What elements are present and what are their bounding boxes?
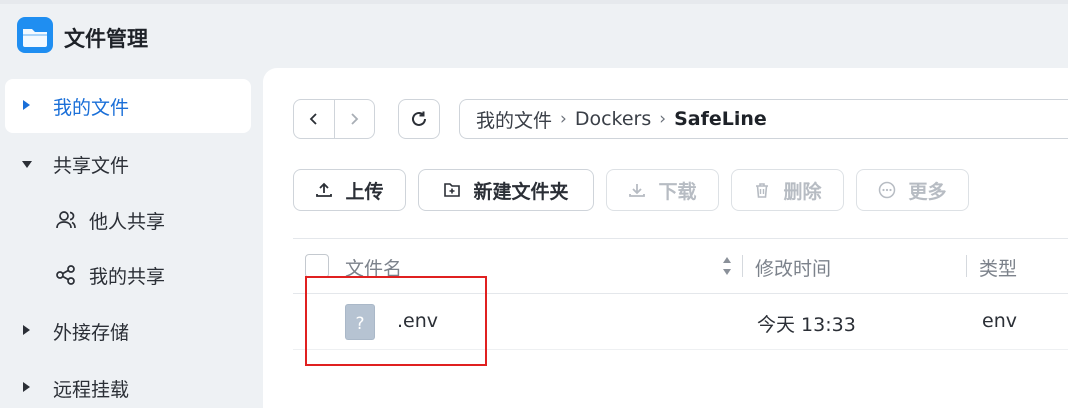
share-icon	[56, 265, 75, 285]
file-type: env	[982, 310, 1017, 332]
sidebar-item-external-storage[interactable]: 外接存储	[5, 304, 251, 358]
new-folder-button[interactable]: 新建文件夹	[418, 169, 594, 211]
download-button[interactable]: 下载	[606, 169, 719, 211]
column-divider[interactable]	[742, 255, 743, 277]
delete-button[interactable]: 删除	[731, 169, 844, 211]
sidebar-item-remote-mount[interactable]: 远程挂载	[5, 361, 251, 408]
select-all-checkbox[interactable]	[305, 254, 329, 278]
sidebar-item-my-files[interactable]: 我的文件	[5, 79, 251, 133]
upload-button[interactable]: 上传	[293, 169, 406, 211]
breadcrumb-item[interactable]: 我的文件	[476, 106, 552, 133]
download-icon	[629, 184, 646, 197]
chevron-left-icon	[309, 113, 317, 125]
back-button[interactable]	[294, 100, 334, 138]
sidebar-item-label: 共享文件	[53, 154, 130, 177]
download-label: 下载	[658, 180, 697, 203]
sidebar-item-label: 我的共享	[89, 265, 166, 288]
people-icon	[56, 211, 76, 229]
annotation-highlight-box	[305, 276, 487, 366]
delete-label: 删除	[783, 180, 822, 203]
sort-icon[interactable]	[721, 254, 733, 278]
forward-button[interactable]	[333, 100, 374, 138]
more-label: 更多	[908, 180, 947, 203]
sidebar-item-others-shared[interactable]: 他人共享	[5, 193, 251, 247]
chevron-right-icon	[23, 382, 30, 392]
breadcrumb-current[interactable]: SafeLine	[674, 108, 767, 130]
breadcrumb-separator-icon: ›	[659, 109, 667, 129]
sidebar-item-label: 我的文件	[53, 96, 130, 119]
breadcrumb-separator-icon: ›	[560, 109, 567, 129]
refresh-button[interactable]	[398, 99, 440, 139]
file-mtime: 今天 13:33	[757, 314, 856, 336]
new-folder-label: 新建文件夹	[473, 180, 569, 203]
column-divider[interactable]	[966, 255, 967, 277]
sidebar-item-shared-files[interactable]: 共享文件	[5, 137, 251, 191]
app-title: 文件管理	[64, 27, 148, 51]
folder-app-icon	[17, 17, 53, 53]
breadcrumb: 我的文件 › Dockers › SafeLine	[459, 99, 1068, 139]
chevron-right-icon	[23, 325, 30, 335]
upload-label: 上传	[345, 180, 384, 203]
new-folder-icon	[444, 183, 461, 197]
sidebar-item-label: 他人共享	[89, 210, 166, 233]
sidebar: 我的文件 共享文件 他人共享 我的共享 外接存储 远程挂载	[0, 66, 262, 408]
sidebar-item-label: 远程挂载	[53, 378, 130, 401]
breadcrumb-item[interactable]: Dockers	[575, 108, 651, 130]
history-nav	[293, 99, 375, 139]
chevron-down-icon	[22, 161, 32, 168]
more-button[interactable]: 更多	[856, 169, 969, 211]
app-header: 文件管理	[0, 4, 1068, 66]
column-header-mtime[interactable]: 修改时间	[755, 254, 831, 281]
chevron-right-icon	[23, 100, 30, 110]
column-header-type[interactable]: 类型	[979, 254, 1017, 281]
sidebar-item-label: 外接存储	[53, 321, 130, 344]
refresh-icon	[412, 111, 426, 126]
sidebar-item-my-shares[interactable]: 我的共享	[5, 248, 251, 302]
chevron-right-icon	[351, 113, 359, 125]
upload-icon	[316, 182, 333, 197]
trash-icon	[756, 182, 769, 198]
more-icon	[879, 181, 896, 199]
